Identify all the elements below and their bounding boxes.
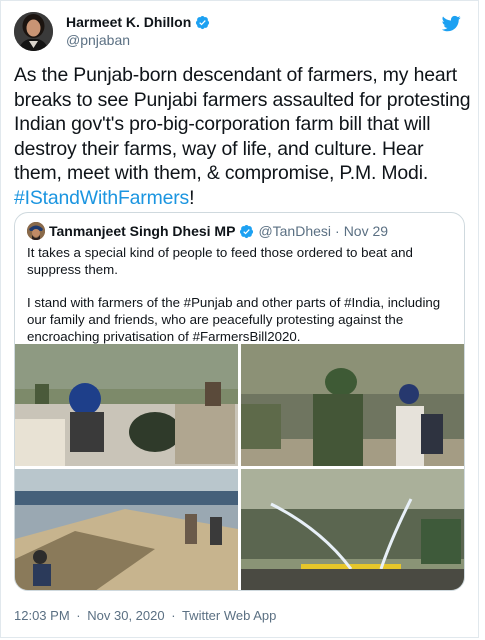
photo-2[interactable] xyxy=(241,344,464,466)
photo-3[interactable] xyxy=(15,469,238,590)
quoted-author-handle[interactable]: @TanDhesi xyxy=(258,223,331,239)
quoted-author-name[interactable]: Tanmanjeet Singh Dhesi MP xyxy=(49,223,235,239)
tweet-meta: 12:03 PM · Nov 30, 2020 · Twitter Web Ap… xyxy=(14,608,276,623)
tweet-header: Harmeet K. Dhillon @pnjaban xyxy=(14,12,474,52)
quoted-avatar[interactable] xyxy=(27,222,45,240)
quoted-tweet[interactable]: Tanmanjeet Singh Dhesi MP @TanDhesi · No… xyxy=(14,212,465,591)
tweet-suffix: ! xyxy=(189,186,195,209)
quoted-date[interactable]: Nov 29 xyxy=(344,223,388,239)
tweet-source[interactable]: Twitter Web App xyxy=(182,608,276,623)
author-name-row[interactable]: Harmeet K. Dhillon xyxy=(66,14,210,30)
photo-grid xyxy=(15,344,464,590)
quoted-paragraph-1: It takes a special kind of people to fee… xyxy=(27,245,413,277)
verified-badge-icon xyxy=(196,15,210,29)
tweet-card: Harmeet K. Dhillon @pnjaban As the Punja… xyxy=(0,0,479,638)
photo-1[interactable] xyxy=(15,344,238,466)
tweet-time[interactable]: 12:03 PM xyxy=(14,608,70,623)
photo-4[interactable] xyxy=(241,469,464,590)
author-handle[interactable]: @pnjaban xyxy=(66,32,130,48)
tweet-body: As the Punjab-born descendant of farmers… xyxy=(14,64,471,184)
verified-badge-icon xyxy=(240,224,254,238)
tweet-date[interactable]: Nov 30, 2020 xyxy=(87,608,164,623)
quoted-dot-separator: · xyxy=(335,223,340,239)
author-name[interactable]: Harmeet K. Dhillon xyxy=(66,14,191,30)
quoted-header: Tanmanjeet Singh Dhesi MP @TanDhesi · No… xyxy=(27,222,388,240)
meta-separator: · xyxy=(171,608,176,623)
author-avatar[interactable] xyxy=(14,12,53,51)
hashtag-link[interactable]: #IStandWithFarmers xyxy=(14,187,189,209)
tweet-text: As the Punjab-born descendant of farmers… xyxy=(14,63,474,210)
meta-separator: · xyxy=(76,608,81,623)
quoted-paragraph-2: I stand with farmers of the #Punjab and … xyxy=(27,295,441,344)
twitter-bird-icon[interactable] xyxy=(442,14,461,33)
